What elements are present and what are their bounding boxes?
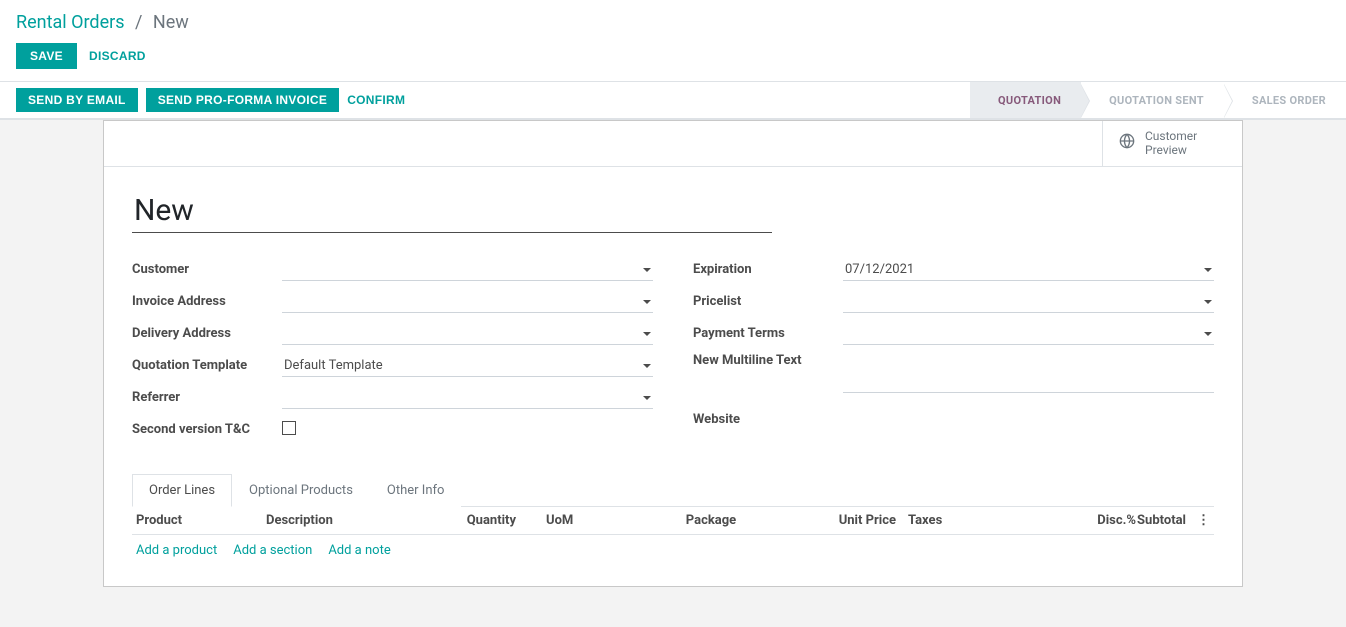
breadcrumb-separator: / [135,12,142,33]
col-quantity: Quantity [426,513,516,528]
title-wrap [104,167,1242,241]
customer-label: Customer [132,262,282,277]
kebab-icon[interactable]: ⋮ [1194,513,1210,528]
save-button[interactable]: SAVE [16,43,77,69]
toolbar: SAVE DISCARD [0,39,1346,81]
referrer-label: Referrer [132,390,282,405]
order-name-input[interactable] [132,191,772,233]
col-taxes: Taxes [896,513,1036,528]
discard-button[interactable]: DISCARD [89,49,146,63]
tab-optional-products[interactable]: Optional Products [232,474,370,507]
status-steps: QUOTATION QUOTATION SENT SALES ORDER [970,82,1346,118]
add-product-link[interactable]: Add a product [136,543,217,558]
globe-icon [1119,133,1135,153]
tabs: Order Lines Optional Products Other Info [132,473,1214,507]
invoice-address-field[interactable] [282,291,653,313]
button-box: CustomerPreview [104,121,1242,167]
breadcrumb-current: New [153,12,189,33]
delivery-address-field[interactable] [282,323,653,345]
col-unit-price: Unit Price [776,513,896,528]
col-uom: UoM [516,513,616,528]
delivery-address-label: Delivery Address [132,326,282,341]
right-column: Expiration Pricelist Payment Terms [693,257,1214,449]
col-subtotal: Subtotal [1136,513,1194,528]
add-section-link[interactable]: Add a section [233,543,312,558]
quotation-template-field[interactable] [282,355,653,377]
col-product: Product [136,513,266,528]
sheet-background: CustomerPreview Customer Invoice Address [0,119,1346,627]
add-row: Add a product Add a section Add a note [132,535,1214,566]
send-proforma-button[interactable]: SEND PRO-FORMA INVOICE [146,88,340,112]
status-bar: SEND BY EMAIL SEND PRO-FORMA INVOICE CON… [0,81,1346,119]
quotation-template-label: Quotation Template [132,358,282,373]
tabs-wrap: Order Lines Optional Products Other Info… [104,473,1242,586]
confirm-button[interactable]: CONFIRM [347,93,405,107]
breadcrumb-root[interactable]: Rental Orders [16,12,125,33]
customer-preview-button[interactable]: CustomerPreview [1102,121,1242,166]
breadcrumb: Rental Orders / New [0,0,1346,39]
customer-preview-label: CustomerPreview [1145,129,1197,158]
payment-terms-field[interactable] [843,323,1214,345]
tandc-label: Second version T&C [132,422,282,437]
col-description: Description [266,513,426,528]
payment-terms-label: Payment Terms [693,326,843,341]
col-disc: Disc.% [1036,513,1136,528]
status-quotation-sent[interactable]: QUOTATION SENT [1081,82,1224,118]
invoice-address-label: Invoice Address [132,294,282,309]
status-sales-order[interactable]: SALES ORDER [1224,82,1346,118]
status-quotation[interactable]: QUOTATION [970,82,1081,118]
send-email-button[interactable]: SEND BY EMAIL [16,88,138,112]
tab-other-info[interactable]: Other Info [370,474,462,507]
pricelist-label: Pricelist [693,294,843,309]
multiline-field[interactable] [843,371,1214,393]
table-header: Product Description Quantity UoM Package… [132,507,1214,535]
form-sheet: CustomerPreview Customer Invoice Address [103,120,1243,587]
referrer-field[interactable] [282,387,653,409]
website-label: Website [693,412,843,427]
pricelist-field[interactable] [843,291,1214,313]
action-buttons: SEND BY EMAIL SEND PRO-FORMA INVOICE CON… [16,82,405,118]
left-column: Customer Invoice Address Delivery Addres… [132,257,653,449]
form-grid: Customer Invoice Address Delivery Addres… [104,241,1242,473]
multiline-label: New Multiline Text [693,353,843,368]
tab-order-lines[interactable]: Order Lines [132,474,232,507]
add-note-link[interactable]: Add a note [328,543,390,558]
col-package: Package [616,513,776,528]
tandc-checkbox[interactable] [282,421,296,435]
expiration-label: Expiration [693,262,843,277]
customer-field[interactable] [282,259,653,281]
expiration-field[interactable] [843,259,1214,281]
